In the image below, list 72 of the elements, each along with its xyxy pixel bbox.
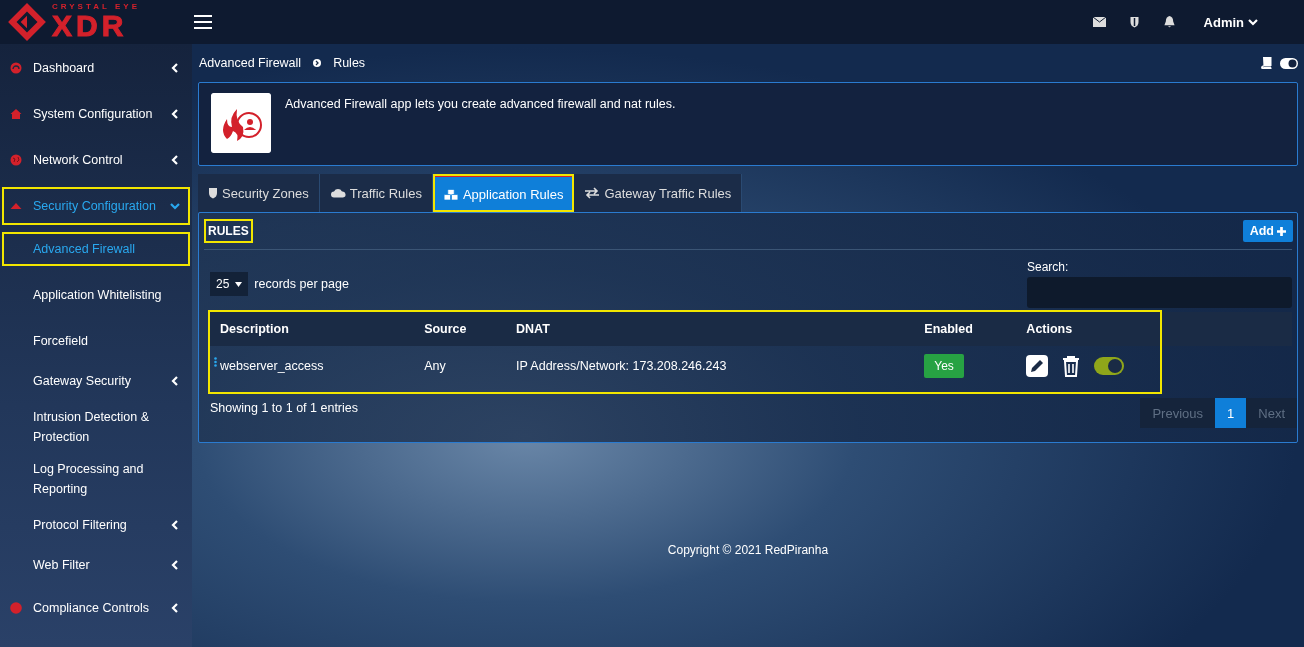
arrow-circle-icon: [313, 59, 322, 67]
toggle-icon[interactable]: [1280, 57, 1298, 69]
menu-icon[interactable]: [194, 14, 212, 30]
intro-text: Advanced Firewall app lets you create advanced firewall and nat rules.: [285, 97, 676, 111]
submenu-item[interactable]: Web Filter: [2, 548, 190, 582]
user-menu[interactable]: Admin: [1197, 13, 1264, 31]
page-size-select[interactable]: 25: [210, 272, 249, 296]
menu-item[interactable]: Security Configuration: [2, 187, 190, 225]
logo-text: XDR: [52, 11, 129, 41]
table-cell: webserver_access: [220, 359, 324, 373]
submenu-item[interactable]: Intrusion Detection & Protection: [2, 404, 190, 450]
gauge-icon: [10, 62, 22, 74]
copyright-text: Copyright © 2021 RedPiranha: [667, 543, 829, 557]
entries-info: Showing 1 to 1 of 1 entries: [210, 401, 358, 415]
submenu-item[interactable]: Protocol Filtering: [2, 508, 190, 542]
home-icon: [10, 108, 22, 120]
trash-icon[interactable]: [1062, 355, 1081, 377]
table-cell: IP Address/Network: 173.208.246.243: [506, 346, 915, 386]
caret-icon: [1248, 17, 1258, 27]
status-badge: Yes: [924, 354, 964, 378]
column-header[interactable]: Enabled: [914, 312, 1017, 346]
submenu-item[interactable]: Application Whitelisting: [2, 272, 190, 318]
chevron-down-icon: [170, 200, 180, 212]
chevron-left-icon: [170, 154, 180, 166]
search-label: Search:: [1027, 260, 1070, 274]
pagination-button[interactable]: 1: [1215, 398, 1247, 428]
circle-icon: [10, 602, 22, 614]
breadcrumb-item: Rules: [333, 56, 366, 70]
submenu-item[interactable]: Advanced Firewall: [2, 232, 190, 266]
cloud-icon: [329, 187, 346, 199]
column-header[interactable]: Actions: [1016, 312, 1292, 346]
table-cell: Any: [414, 346, 506, 386]
add-button[interactable]: Add: [1242, 220, 1293, 242]
tab[interactable]: Application Rules: [432, 174, 575, 212]
submenu-item[interactable]: Log Processing and Reporting: [2, 456, 190, 502]
caret-icon: [235, 281, 243, 287]
menu-item[interactable]: Compliance Controls: [2, 589, 190, 627]
column-header[interactable]: DNAT: [506, 312, 915, 346]
menu-item[interactable]: Network Control: [2, 141, 190, 179]
cubes-icon: [442, 188, 459, 201]
chevron-left-icon: [170, 602, 180, 614]
drag-handle-icon[interactable]: [214, 357, 217, 367]
chevron-left-icon: [170, 559, 180, 571]
page-size-label: records per page: [254, 277, 349, 291]
breadcrumb-item[interactable]: Advanced Firewall: [199, 56, 302, 70]
column-header[interactable]: Description: [210, 312, 415, 346]
logo-tagline: CRYSTAL EYE: [52, 3, 140, 11]
submenu-item[interactable]: Gateway Security: [2, 364, 190, 398]
plus-icon: [1277, 226, 1286, 236]
globe-icon: [10, 154, 22, 166]
shield-icon: [208, 187, 218, 199]
book-icon[interactable]: [1260, 57, 1272, 69]
chevron-left-icon: [170, 62, 180, 74]
menu-item[interactable]: Dashboard: [2, 49, 190, 87]
tab[interactable]: Gateway Traffic Rules: [574, 174, 743, 212]
envelope-icon[interactable]: [1092, 16, 1106, 28]
menu-item[interactable]: System Configuration: [2, 95, 190, 133]
chevron-left-icon: [170, 108, 180, 120]
chevron-left-icon: [170, 375, 180, 387]
pencil-icon: [1029, 358, 1046, 374]
exchange-icon: [584, 187, 601, 199]
search-field[interactable]: [1027, 277, 1292, 308]
submenu-item[interactable]: Forcefield: [2, 324, 190, 358]
tab[interactable]: Security Zones: [198, 174, 320, 212]
panel-title: RULES: [204, 219, 253, 243]
column-header[interactable]: Source: [414, 312, 506, 346]
firewall-app-icon: [211, 93, 271, 153]
bell-icon[interactable]: [1162, 16, 1176, 28]
toggle-switch[interactable]: [1094, 357, 1125, 375]
edit-button[interactable]: [1026, 355, 1049, 377]
tab[interactable]: Traffic Rules: [319, 174, 433, 212]
chevron-left-icon: [170, 519, 180, 531]
